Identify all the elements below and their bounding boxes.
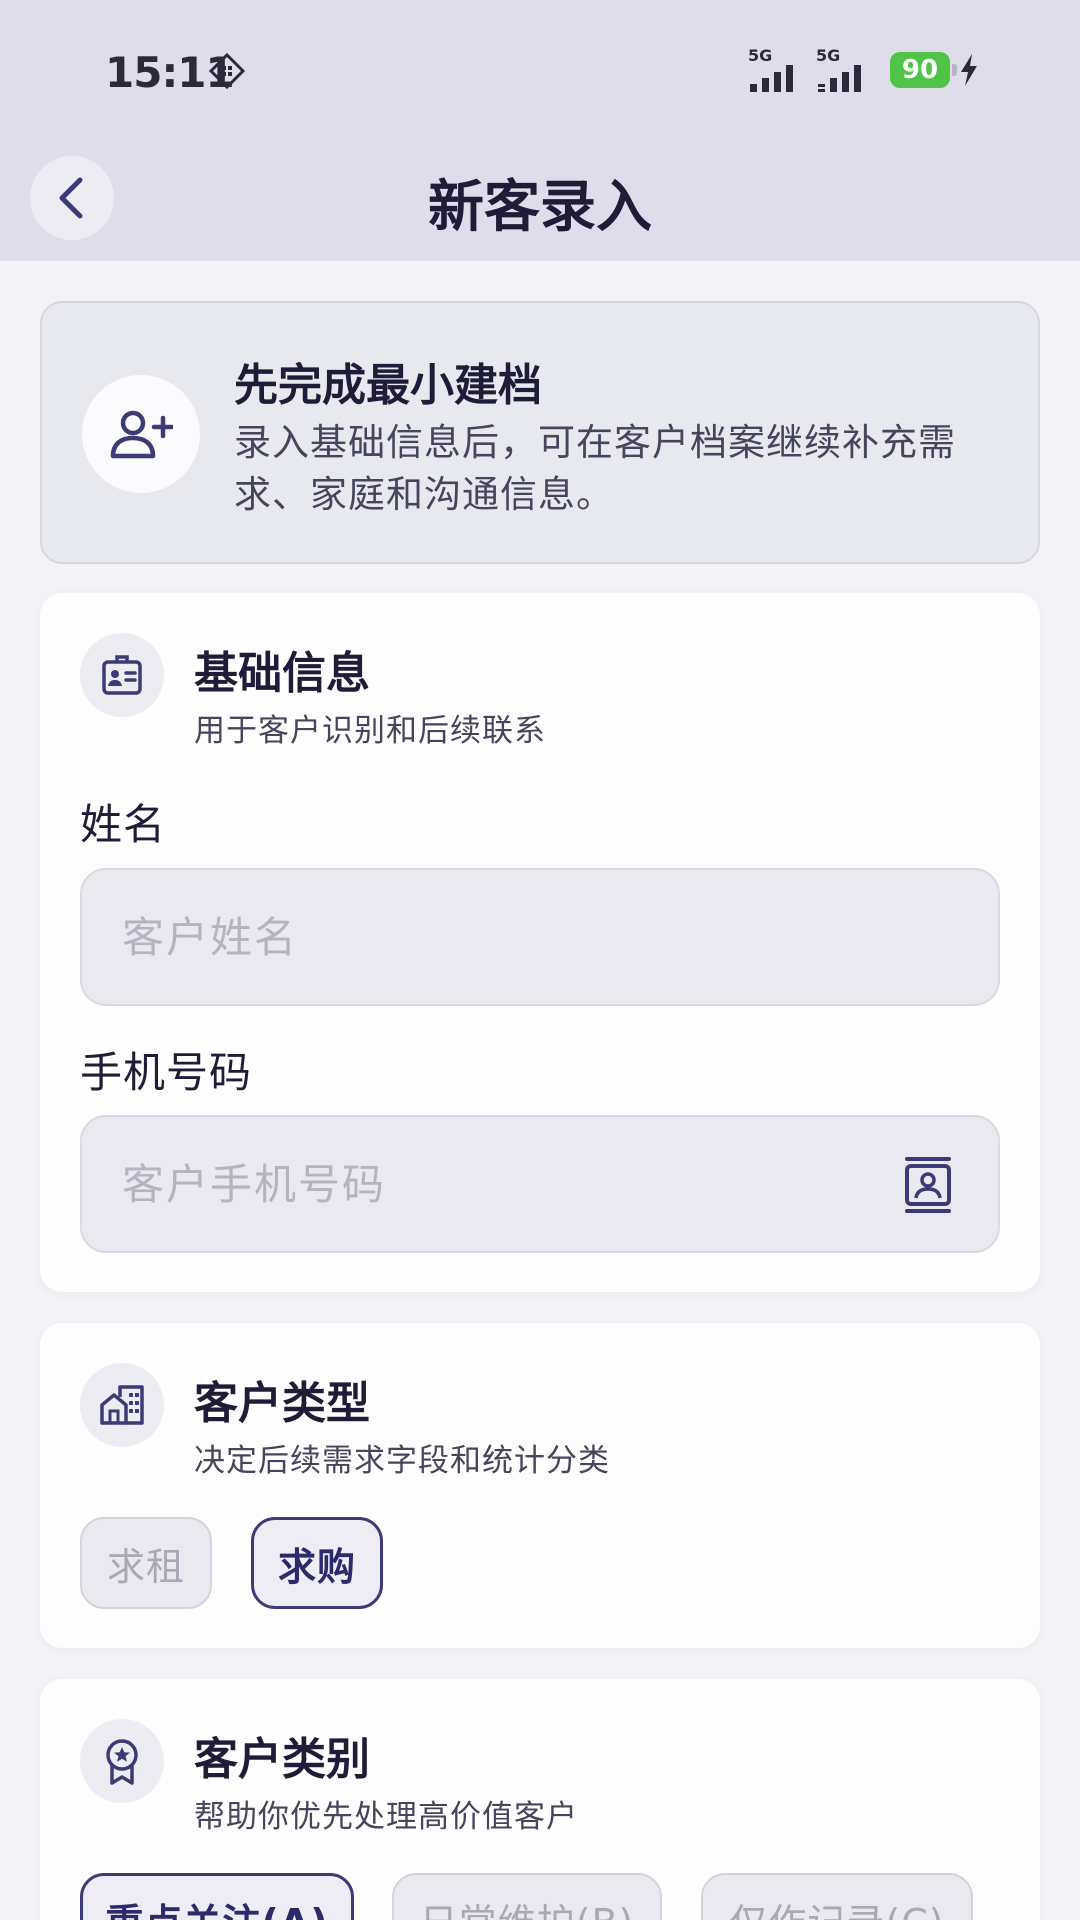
building-icon (100, 1385, 144, 1425)
award-badge-icon (106, 1739, 138, 1785)
phone-field-box (80, 1115, 1000, 1253)
basic-info-icon-wrap (80, 633, 164, 717)
type-option-rent[interactable]: 求租 (80, 1517, 212, 1609)
phone-input[interactable] (122, 1117, 902, 1251)
customer-category-title: 客户类别 (194, 1734, 370, 1785)
basic-info-subtitle: 用于客户识别和后续联系 (194, 713, 546, 749)
top-header: 15:11 5G 5G 90 新客录入 (0, 0, 1080, 261)
basic-info-title: 基础信息 (194, 648, 370, 699)
category-option-a[interactable]: 重点关注(A) (80, 1873, 354, 1920)
intro-description: 录入基础信息后，可在客户档案继续补充需求、家庭和沟通信息。 (234, 421, 956, 516)
type-option-buy[interactable]: 求购 (251, 1517, 383, 1609)
customer-category-card: 客户类别 帮助你优先处理高价值客户 重点关注(A) 日常维护(B) 仅作记录(C… (40, 1679, 1040, 1920)
id-card-icon (102, 655, 142, 695)
name-label: 姓名 (80, 800, 167, 849)
customer-type-subtitle: 决定后续需求字段和统计分类 (194, 1443, 610, 1479)
name-field-box (80, 868, 1000, 1006)
sim-card-icon (208, 52, 246, 90)
intro-title: 先完成最小建档 (234, 360, 542, 411)
intro-avatar (82, 375, 200, 493)
category-option-c[interactable]: 仅作记录(C) (701, 1873, 973, 1920)
status-indicators: 5G 5G 90 (748, 46, 980, 94)
name-input[interactable] (122, 870, 902, 1004)
customer-type-icon-wrap (80, 1363, 164, 1447)
phone-label: 手机号码 (80, 1048, 253, 1097)
contact-book-button[interactable] (898, 1153, 958, 1217)
charging-icon (961, 54, 977, 86)
customer-category-icon-wrap (80, 1719, 164, 1803)
page-title: 新客录入 (428, 175, 652, 240)
customer-type-card: 客户类型 决定后续需求字段和统计分类 求租 求购 (40, 1323, 1040, 1648)
category-option-b[interactable]: 日常维护(B) (392, 1873, 662, 1920)
customer-type-title: 客户类型 (194, 1378, 370, 1429)
intro-banner: 先完成最小建档 录入基础信息后，可在客户档案继续补充需求、家庭和沟通信息。 (40, 301, 1040, 564)
contact-book-icon (905, 1157, 951, 1213)
signal-icon: 5G (748, 48, 808, 92)
signal-icon: 5G (816, 48, 876, 92)
battery-indicator: 90 (890, 52, 957, 88)
customer-category-subtitle: 帮助你优先处理高价值客户 (194, 1799, 578, 1835)
add-user-icon (110, 410, 173, 459)
basic-info-card: 基础信息 用于客户识别和后续联系 姓名 手机号码 (40, 593, 1040, 1292)
